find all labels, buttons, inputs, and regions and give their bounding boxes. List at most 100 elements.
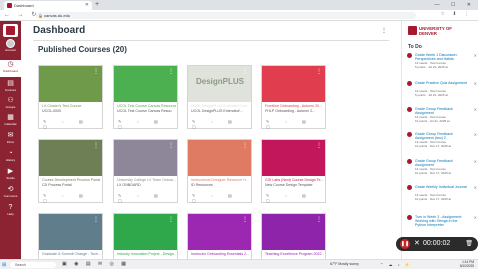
course-card[interactable]: ⋮ Teaching Excellence Program 2022... [261,213,326,259]
dismiss-icon[interactable]: ✕ [474,159,477,164]
nav-item-calendar[interactable]: ▦ Calendar [0,113,21,130]
card-options-icon[interactable]: ⋮ [316,142,322,149]
card-options-icon[interactable]: ⋮ [242,216,248,223]
course-name[interactable]: University College LX Team Onboa... [117,178,176,182]
course-card-image[interactable]: ⋮ [262,66,325,102]
taskbar-app-icons[interactable]: ▣ ◉ ▤ ✉ ◎ ▦ [62,261,129,267]
course-name[interactable]: UCOL DesignPLUS Extended Cont... [191,104,250,108]
course-card[interactable]: ⋮ Graduate & Summit Change - Tech... [38,213,103,259]
course-card-image[interactable]: ⋮ [114,66,177,102]
course-card-image[interactable]: ⋮ [262,140,325,176]
card-action-icons[interactable]: ✎ ◌ ▤ ▢ [266,119,325,129]
course-name[interactable]: LX Cluster's Test Course [42,104,101,108]
course-card[interactable]: ⋮ LX Cluster's Test Course UCOL-0000 ✎ ◌ ▤ … [38,65,103,129]
course-name[interactable]: Graduate & Summit Change - Tech... [42,252,101,256]
taskbar-clock[interactable]: 1:14 PM 8/10/2025 [460,260,474,269]
close-tab-icon[interactable]: ✕ [85,1,89,10]
nav-item-history[interactable]: ◔ History [0,149,21,166]
course-name[interactable]: Instructor Onboarding Essentials 2... [191,252,250,256]
course-card[interactable]: ⋮ Course Development Process Portal CD Pro… [38,139,103,203]
card-options-icon[interactable]: ⋮ [316,68,322,75]
course-name[interactable]: Industry Innovation Project - Design... [117,252,176,256]
new-tab-button[interactable]: + [95,0,99,10]
dismiss-icon[interactable]: ✕ [474,132,477,137]
card-options-icon[interactable]: ⋮ [242,142,248,149]
course-name[interactable]: Course Development Process Portal [42,178,101,182]
nav-item-courses[interactable]: ▤ Courses [0,79,21,96]
assignment-icon [407,159,412,164]
course-name[interactable]: Teaching Excellence Program 2022... [265,252,324,256]
nav-item-commons[interactable]: ⟲ Commons [0,185,21,202]
card-action-icons[interactable]: ✎ ◌ ▤ ▢ [118,193,177,203]
course-card-image[interactable]: DesignPLUS ⋮ [188,66,251,102]
course-card[interactable]: ⋮ Industry Innovation Project - Design... [113,213,178,259]
course-card[interactable]: ⋮ Instructional Designer Resource H... ID … [187,139,252,203]
dismiss-icon[interactable]: ✕ [474,81,477,86]
delete-recording-icon[interactable]: 🗑 [465,238,473,250]
course-card[interactable]: ⋮ UCOL Test Course Canvas Resource UCOL Te… [113,65,178,129]
card-options-icon[interactable]: ⋮ [168,216,174,223]
pause-recording-button[interactable]: ❚❚ [400,239,410,249]
course-card-image[interactable]: ⋮ [114,214,177,250]
course-name[interactable]: CGI Labs (Next) Course Design Te... [265,178,324,182]
browser-extension-icons[interactable]: ☆ ⬇ ⋮ [441,11,472,17]
course-card[interactable]: ⋮ Frontline Onboarding - Autumn 20... FHLP… [261,65,326,129]
card-options-icon[interactable]: ⋮ [242,68,248,75]
nav-item-label: Groups [5,105,16,109]
nav-item-studio[interactable]: ▶ Studio [0,167,21,184]
card-options-icon[interactable]: ⋮ [93,216,99,223]
todo-item-title[interactable]: Grade Practice Quiz Assignment [415,81,467,85]
nav-item-groups[interactable]: ⚇ Groups [0,96,21,113]
card-options-icon[interactable]: ⋮ [93,142,99,149]
course-card-image[interactable]: ⋮ [39,66,102,102]
course-card-image[interactable]: ⋮ [188,140,251,176]
url-field[interactable]: 🔒 canvas.du.edu [36,12,416,19]
dismiss-icon[interactable]: ✕ [474,185,477,190]
card-action-icons[interactable]: ✎ ◌ ▤ ▢ [43,119,102,129]
todo-item-title[interactable]: Turn in Week 3 - Assignment: Working wit… [415,215,467,228]
nav-item-inbox[interactable]: ✉ Inbox [0,131,21,148]
card-action-icons[interactable]: ✎ ◌ ▤ ▢ [192,119,251,129]
card-options-icon[interactable]: ⋮ [168,142,174,149]
system-tray-icons[interactable]: ⌃ ☁ ♪ ⚡ [380,262,412,267]
card-options-icon[interactable]: ⋮ [93,68,99,75]
course-name[interactable]: Frontline Onboarding - Autumn 20... [265,104,324,108]
nav-item-account[interactable]: Account [0,39,21,56]
nav-item-label: Calendar [4,122,17,126]
course-card-image[interactable]: ⋮ [188,214,251,250]
course-card[interactable]: ⋮ Instructor Onboarding Essentials 2... [187,213,252,259]
course-card[interactable]: ⋮ University College LX Team Onboa... LX O… [113,139,178,203]
stop-recording-icon[interactable]: ✕ [414,238,420,250]
dashboard-options-icon[interactable]: ⋮ [381,27,387,34]
windows-start-icon[interactable]: ⊞ [2,262,6,268]
weather-widget[interactable]: 67°F Mostly sunny [330,262,359,266]
du-logo-icon[interactable] [3,24,18,37]
nav-item-label: Account [5,48,16,52]
browser-tab[interactable]: Dashboard ✕ [4,1,92,10]
dismiss-icon[interactable]: ✕ [474,107,477,112]
course-card-image[interactable]: ⋮ [39,140,102,176]
course-name[interactable]: UCOL Test Course Canvas Resource [117,104,176,108]
todo-item-title[interactable]: Grade Weekly Individual Journal [415,185,467,189]
window-controls[interactable]: — ☐ ✕ [435,0,476,10]
dismiss-icon[interactable]: ✕ [474,53,477,58]
nav-item-help[interactable]: ? Help [0,203,21,220]
card-options-icon[interactable]: ⋮ [316,216,322,223]
card-action-icons[interactable]: ✎ ◌ ▤ ▢ [118,119,177,129]
course-card-image[interactable]: ⋮ [39,214,102,250]
nav-item-label: History [5,158,16,162]
du-brand-icon [408,26,417,35]
taskbar-search[interactable]: Search [10,262,56,268]
dismiss-icon[interactable]: ✕ [474,215,477,220]
course-card-image[interactable]: ⋮ [114,140,177,176]
course-card[interactable]: DesignPLUS ⋮ UCOL DesignPLUS Extended Cont… [187,65,252,129]
card-action-icons[interactable]: ✎ ◌ ▤ ▢ [43,193,102,203]
card-action-icons[interactable]: ✎ ◌ ▤ ▢ [192,193,251,203]
course-card[interactable]: ⋮ CGI Labs (Next) Course Design Te... New … [261,139,326,203]
back-forward-reload-icons[interactable]: ← → ↻ [4,11,39,18]
card-options-icon[interactable]: ⋮ [168,68,174,75]
course-card-image[interactable]: ⋮ [262,214,325,250]
course-name[interactable]: Instructional Designer Resource H... [191,178,250,182]
card-action-icons[interactable]: ✎ ◌ ▤ ▢ [266,193,325,203]
nav-item-dashboard[interactable]: ◷ Dashboard [0,60,21,77]
